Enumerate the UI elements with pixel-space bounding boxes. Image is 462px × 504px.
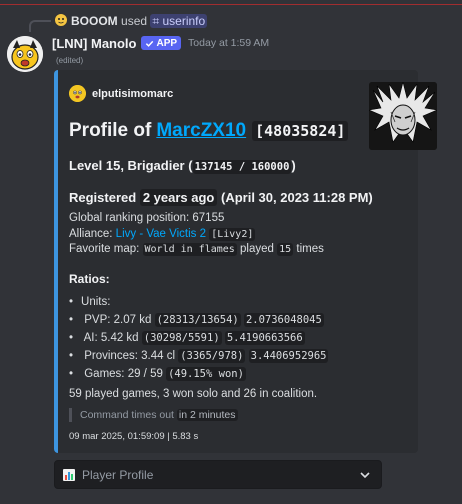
avatar-icon <box>7 36 43 72</box>
games-pct: (49.15% won) <box>166 367 246 381</box>
fav-map-times: times <box>296 243 324 255</box>
reply-preview[interactable]: BOOOM used ⌗ userinfo <box>71 14 208 29</box>
reply-command-label: userinfo <box>162 14 206 28</box>
ai-label: AI: 5.42 kd <box>83 332 139 344</box>
bar-chart-icon <box>63 468 75 481</box>
fav-map-label: Favorite map: <box>69 243 140 255</box>
embed-author-name: elputisimomarc <box>92 87 174 100</box>
app-badge: APP <box>141 36 182 50</box>
ai-item: AI: 5.42 kd (30298/5591) 5.4190663566 <box>69 331 305 345</box>
title-prefix: Profile of <box>69 120 152 141</box>
favorite-map-line: Favorite map: World in flames played 15 … <box>69 243 324 256</box>
ai-exact: 5.4190663566 <box>224 331 305 345</box>
ratios-heading: Ratios: <box>69 272 110 286</box>
registered-label: Registered <box>69 190 137 205</box>
edited-marker: (edited) <box>56 56 84 65</box>
prov-raw: (3365/978) <box>178 349 246 363</box>
select-label: Player Profile <box>82 467 154 482</box>
level-close: ) <box>291 158 296 173</box>
new-messages-divider <box>0 4 462 5</box>
pvp-exact: 2.0736048045 <box>243 313 324 327</box>
games-item: Games: 29 / 59 (49.15% won) <box>69 367 246 381</box>
pvp-item: PVP: 2.07 kd (28313/13654) 2.0736048045 <box>69 313 324 327</box>
message-timestamp[interactable]: Today at 1:59 AM <box>188 37 269 49</box>
player-profile-select[interactable]: Player Profile <box>54 460 382 489</box>
prov-label: Provinces: 3.44 cl <box>84 350 175 362</box>
message-header: [LNN] Manolo APP Today at 1:59 AM <box>52 35 269 51</box>
reply-spine <box>29 20 51 32</box>
timeout-value[interactable]: in 2 minutes <box>176 409 238 421</box>
slash-command-icon: ⌗ <box>152 14 163 28</box>
reply-avatar-icon <box>55 14 67 26</box>
alliance-link[interactable]: Livy - Vae Victis 2 <box>116 228 206 240</box>
units-label: Units: <box>81 296 111 308</box>
embed-thumbnail[interactable] <box>369 82 437 150</box>
prov-exact: 3.4406952965 <box>248 349 329 363</box>
profile-link[interactable]: MarcZX10 <box>156 120 246 142</box>
level-text: Level 15, Brigadier ( <box>69 158 193 173</box>
avatar[interactable] <box>7 36 43 72</box>
registered-date: (April 30, 2023 11:28 PM) <box>221 190 373 205</box>
units-item: Units: <box>69 296 110 308</box>
alliance-line: Alliance: Livy - Vae Victis 2 [Livy2] <box>69 228 256 241</box>
timeout-text: Command times out <box>80 409 174 421</box>
fav-map-count: 15 <box>277 243 294 256</box>
ai-raw: (30298/5591) <box>141 331 222 345</box>
reply-command[interactable]: ⌗ userinfo <box>150 14 208 28</box>
played-summary: 59 played games, 3 won solo and 26 in co… <box>69 388 318 400</box>
timeout-notice: Command times out in 2 minutes <box>69 408 238 422</box>
registered-line: Registered 2 years ago (April 30, 2023 1… <box>69 189 373 206</box>
author-avatar-icon <box>69 85 86 102</box>
provinces-item: Provinces: 3.44 cl (3365/978) 3.44069529… <box>69 349 329 363</box>
pvp-raw: (28313/13654) <box>154 313 241 327</box>
checkmark-icon <box>146 40 154 47</box>
fav-map-played: played <box>240 243 274 255</box>
manga-portrait-image <box>369 82 437 150</box>
level-line: Level 15, Brigadier (137145 / 160000) <box>69 158 296 174</box>
global-ranking: Global ranking position: 67155 <box>69 212 225 224</box>
alliance-label: Alliance: <box>69 228 113 240</box>
message-username[interactable]: [LNN] Manolo <box>52 36 136 51</box>
alliance-tag: [Livy2] <box>209 228 256 241</box>
fav-map-name: World in flames <box>142 243 237 256</box>
reply-action: used <box>121 14 148 28</box>
chevron-down-icon <box>360 472 370 479</box>
registered-relative[interactable]: 2 years ago <box>139 189 218 206</box>
games-label: Games: 29 / 59 <box>84 368 163 380</box>
embed-author: elputisimomarc <box>69 85 173 102</box>
reply-username[interactable]: BOOOM <box>71 14 118 28</box>
pvp-label: PVP: 2.07 kd <box>84 314 152 326</box>
embed-footer: 09 mar 2025, 01:59:09 | 5.83 s <box>69 431 199 442</box>
embed-title: Profile of MarcZX10 [48035824] <box>69 120 349 142</box>
profile-embed: elputisimomarc Profile of MarcZX10 [4803… <box>54 70 437 453</box>
app-badge-label: APP <box>156 37 178 49</box>
player-id: [48035824] <box>252 121 349 141</box>
level-xp: 137145 / 160000 <box>192 160 292 174</box>
reply-avatar[interactable] <box>54 13 68 27</box>
